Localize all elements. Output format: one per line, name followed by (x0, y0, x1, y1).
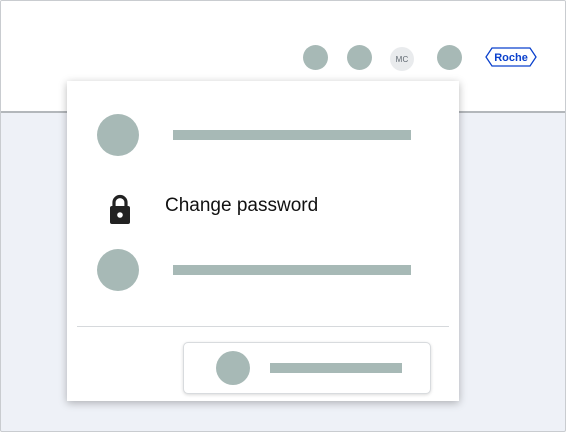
user-avatar[interactable]: MC (390, 47, 414, 71)
app-window: MC Roche Change password (0, 0, 566, 432)
roche-logo-shape: Roche (485, 47, 537, 67)
menu-divider (77, 326, 449, 327)
placeholder-icon (97, 249, 139, 291)
roche-logo[interactable]: Roche (485, 47, 537, 67)
lock-icon (107, 194, 133, 226)
menu-item-label: Change password (165, 195, 319, 216)
account-dropdown-menu: Change password (67, 81, 459, 401)
placeholder-text-bar (173, 130, 411, 140)
placeholder-icon (216, 351, 250, 385)
avatar-initials: MC (395, 54, 409, 64)
header-icon-3[interactable] (437, 45, 462, 70)
placeholder-text-bar (173, 265, 411, 275)
placeholder-text-bar (270, 363, 402, 373)
header-icon-1[interactable] (303, 45, 328, 70)
logo-text: Roche (494, 52, 528, 64)
placeholder-icon (97, 114, 139, 156)
footer-placeholder-button[interactable] (183, 342, 431, 394)
header-icon-2[interactable] (347, 45, 372, 70)
